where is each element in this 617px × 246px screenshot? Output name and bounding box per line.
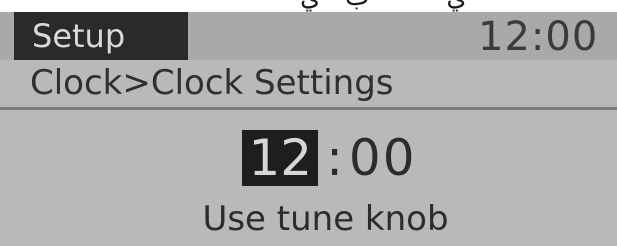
header-clock-display: 12:00 — [478, 14, 599, 60]
header-divider — [0, 107, 617, 110]
clock-settings-screen: ي — — ب · ي Setup 12:00 Clock>Clock Sett… — [0, 0, 617, 246]
time-separator: : — [326, 129, 343, 187]
cropped-heading-fragment: ي — — ب · ي — [300, 0, 467, 12]
tune-knob-hint: Use tune knob — [202, 199, 449, 239]
breadcrumb: Clock>Clock Settings — [30, 63, 394, 103]
clock-time-editor: 12:00 — [0, 130, 617, 192]
hour-field-selected[interactable]: 12 — [242, 130, 319, 186]
minutes-field[interactable]: 00 — [349, 130, 417, 186]
cropped-top-strip: ي — — ب · ي — [0, 0, 617, 12]
setup-mode-tab[interactable]: Setup — [14, 12, 188, 60]
